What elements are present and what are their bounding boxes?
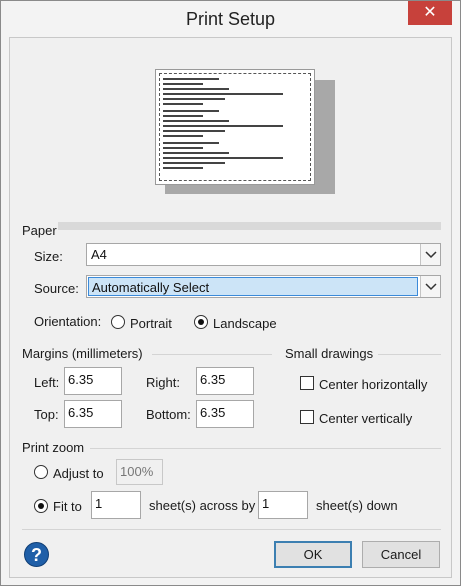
preview-text-line [163,103,203,105]
left-margin-input[interactable]: 6.35 [64,367,122,395]
center-horizontally-label[interactable]: Center horizontally [319,377,427,392]
print-zoom-divider [90,448,441,449]
paper-section-label: Paper [22,223,57,238]
preview-text-line [163,135,203,137]
center-vertically-label[interactable]: Center vertically [319,411,412,426]
size-value: A4 [91,247,107,262]
preview-text-line [163,147,203,149]
source-value: Automatically Select [88,277,418,296]
preview-text-line [163,110,219,112]
paper-section-divider [58,222,441,230]
preview-text-line [163,152,229,154]
size-dropdown[interactable]: A4 [86,243,441,266]
small-drawings-divider [378,354,441,355]
right-margin-label: Right: [146,375,180,390]
fit-to-label[interactable]: Fit to [53,499,82,514]
print-zoom-section-label: Print zoom [22,440,85,455]
top-margin-label: Top: [34,407,59,422]
portrait-label[interactable]: Portrait [130,316,172,331]
center-horizontally-checkbox[interactable] [300,376,314,390]
adjust-to-input[interactable]: 100% [116,459,163,485]
adjust-to-label[interactable]: Adjust to [53,466,104,481]
landscape-label[interactable]: Landscape [213,316,277,331]
preview-text-line [163,142,219,144]
size-label: Size: [34,249,63,264]
preview-text-line [163,130,225,132]
print-setup-dialog: Print Setup ✕ Paper Size: A4 Source: Aut… [0,0,461,586]
preview-text-line [163,88,229,90]
fit-to-radio[interactable] [34,499,48,513]
preview-text-line [163,93,283,95]
chevron-down-icon[interactable] [420,244,440,265]
center-vertically-checkbox[interactable] [300,410,314,424]
preview-text-line [163,120,229,122]
sheets-across-label: sheet(s) across by [149,498,256,513]
help-icon[interactable]: ? [24,542,49,567]
dialog-body: Paper Size: A4 Source: Automatically Sel… [9,37,452,578]
landscape-radio[interactable] [194,315,208,329]
ok-button[interactable]: OK [274,541,352,568]
page-preview [155,69,315,185]
preview-text-line [163,115,203,117]
bottom-margin-input[interactable]: 6.35 [196,400,254,428]
preview-text-line [163,157,283,159]
footer-divider [22,529,441,530]
right-margin-input[interactable]: 6.35 [196,367,254,395]
title-bar: Print Setup ✕ [1,1,460,37]
top-margin-input[interactable]: 6.35 [64,400,122,428]
page-preview-margin [159,73,311,181]
small-drawings-section-label: Small drawings [285,346,374,361]
portrait-radio[interactable] [111,315,125,329]
close-icon: ✕ [423,4,437,21]
preview-text-line [163,125,283,127]
margins-divider [152,354,272,355]
close-button[interactable]: ✕ [408,1,452,25]
preview-text-line [163,98,225,100]
source-label: Source: [34,281,79,296]
fit-across-input[interactable]: 1 [91,491,141,519]
window-title: Print Setup [185,9,276,29]
bottom-margin-label: Bottom: [146,407,191,422]
cancel-button[interactable]: Cancel [362,541,440,568]
preview-text-line [163,83,203,85]
preview-text-line [163,167,203,169]
fit-down-input[interactable]: 1 [258,491,308,519]
left-margin-label: Left: [34,375,60,390]
orientation-label: Orientation: [34,314,102,329]
source-dropdown[interactable]: Automatically Select [86,275,441,298]
adjust-to-radio[interactable] [34,465,48,479]
preview-text-line [163,78,219,80]
preview-text-line [163,162,225,164]
sheets-down-label: sheet(s) down [316,498,398,513]
chevron-down-icon[interactable] [420,276,440,297]
margins-section-label: Margins (millimeters) [22,346,143,361]
